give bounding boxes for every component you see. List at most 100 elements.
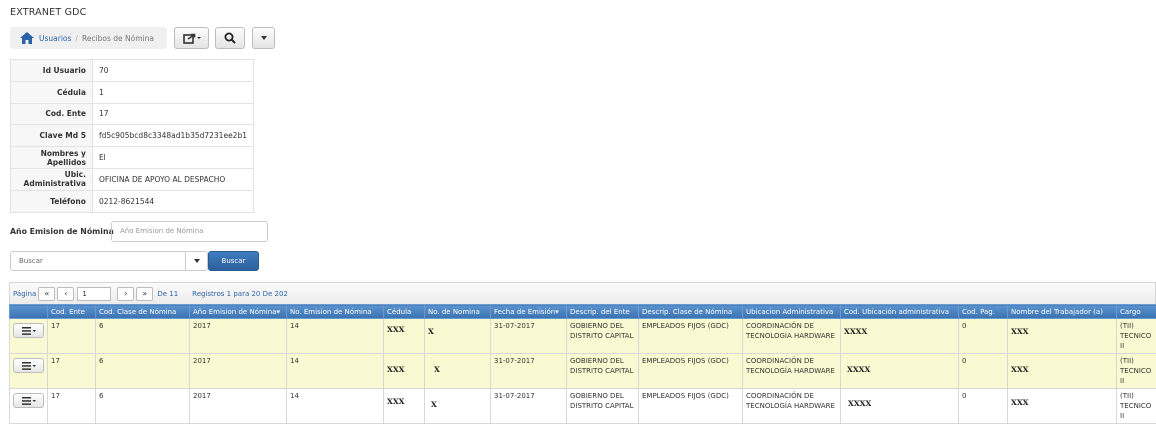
row-menu-button[interactable] <box>13 358 44 373</box>
cedula-value: XXX <box>387 397 405 406</box>
cell-cod-pag: 0 <box>958 388 1008 424</box>
cedula-value: XXX <box>387 325 405 334</box>
cell-fecha: 31-07-2017 <box>490 388 567 424</box>
buscar-button[interactable]: Buscar <box>208 251 259 271</box>
col-header-cod-clase[interactable]: Cod. Clase de Nómina <box>95 304 190 319</box>
col-header-actions <box>9 304 48 319</box>
cell-cod-pag: 0 <box>958 353 1008 389</box>
cell-cod-ente: 17 <box>47 353 96 389</box>
last-page-button[interactable]: » <box>136 286 154 301</box>
app-title: EXTRANET GDC <box>10 7 87 18</box>
cell-no-emision: 14 <box>286 388 384 424</box>
row-menu-button[interactable] <box>13 393 44 408</box>
cell-cargo: (TII) TECNICO II <box>1116 353 1156 389</box>
menu-icon <box>21 361 36 370</box>
row-menu-button[interactable] <box>13 323 44 338</box>
info-row-id-usuario: Id Usuario 70 <box>10 59 255 82</box>
cell-cedula: XXX <box>383 318 425 354</box>
col-header-cod-ubicacion[interactable]: Cod. Ubicación administrativa <box>840 304 959 319</box>
info-label: Nombres y Apellidos <box>10 146 93 169</box>
menu-icon <box>21 396 36 405</box>
info-label: Ubic. Administrativa <box>10 167 93 191</box>
home-icon[interactable] <box>20 32 34 44</box>
cell-fecha: 31-07-2017 <box>490 318 567 354</box>
first-page-button[interactable]: « <box>38 286 56 301</box>
search-icon <box>224 32 236 44</box>
col-header-anio[interactable]: Año Emision de Nómina▾ <box>189 304 287 319</box>
cell-ente: GOBIERNO DEL DISTRITO CAPITAL <box>566 318 639 354</box>
cell-clase: EMPLEADOS FIJOS (GDC) <box>638 353 743 389</box>
cell-nombre: XXX <box>1007 388 1117 424</box>
cell-no-nomina: X <box>424 388 491 424</box>
search-field-select[interactable]: Buscar <box>10 251 208 271</box>
anio-emision-label: Año Emision de Nómina <box>10 227 114 236</box>
col-header-ente[interactable]: Descrip. del Ente <box>566 304 639 319</box>
anio-emision-input[interactable]: Año Emision de Nómina <box>111 221 268 242</box>
cell-no-emision: 14 <box>286 353 384 389</box>
export-button[interactable] <box>174 27 209 49</box>
cell-nombre: XXX <box>1007 318 1117 354</box>
info-value: 17 <box>91 102 255 126</box>
breadcrumb-current: Recibos de Nómina <box>81 33 154 43</box>
cell-cargo: (TII) TECNICO II <box>1116 388 1156 424</box>
grid-pager: Página « ‹ 1 › » De 11 Registros 1 para … <box>9 282 1156 304</box>
col-header-clase[interactable]: Descrip. Clase de Nómina <box>638 304 743 319</box>
page-number-input[interactable]: 1 <box>77 286 112 301</box>
cell-no-nomina: X <box>424 353 491 389</box>
info-row-nombres: Nombres y Apellidos El <box>10 146 255 169</box>
cell-anio: 2017 <box>189 318 287 354</box>
prev-page-button[interactable]: ‹ <box>57 286 75 301</box>
col-header-nombre[interactable]: Nombre del Trabajador (a) <box>1007 304 1117 319</box>
info-value: fd5c905bcd8c3348ad1b35d7231ee2b1 <box>91 124 255 148</box>
cod-ubicacion-value: XXXX <box>844 327 868 336</box>
records-count: Registros 1 para 20 De 202 <box>192 289 288 298</box>
info-row-clave-md5: Clave Md 5 fd5c905bcd8c3348ad1b35d7231ee2… <box>10 124 255 148</box>
user-info-table: Id Usuario 70 Cédula 1 Cod. Ente 17 Clave M… <box>10 59 255 213</box>
cell-clase: EMPLEADOS FIJOS (GDC) <box>638 318 743 354</box>
cell-anio: 2017 <box>189 388 287 424</box>
more-options-button[interactable] <box>252 27 275 49</box>
cell-cedula: XXX <box>383 388 425 424</box>
cell-ubicacion: COORDINACIÓN DE TECNOLOGÍA HARDWARE <box>742 353 841 389</box>
grid-header-row: Cod. Ente Cod. Clase de Nómina Año Emisi… <box>9 304 1156 319</box>
no-nomina-value: X <box>428 327 434 336</box>
search-field-value: Buscar <box>19 257 43 265</box>
info-value: 0212-8621544 <box>91 189 255 213</box>
breadcrumb: Usuarios / Recibos de Nómina <box>10 27 167 49</box>
cell-ubicacion: COORDINACIÓN DE TECNOLOGÍA HARDWARE <box>742 388 841 424</box>
nombre-value: XXX <box>1011 365 1029 374</box>
info-value: El <box>91 146 255 169</box>
col-header-cod-ente[interactable]: Cod. Ente <box>47 304 96 319</box>
cell-ente: GOBIERNO DEL DISTRITO CAPITAL <box>566 353 639 389</box>
cell-cod-ente: 17 <box>47 318 96 354</box>
col-header-no-nomina[interactable]: No. de Nomina <box>424 304 491 319</box>
cell-cod-ubicacion: XXXX <box>840 318 959 354</box>
cell-cod-ubicacion: XXXX <box>840 353 959 389</box>
col-header-ubicacion[interactable]: Ubicacion Administrativa <box>742 304 841 319</box>
caret-down-icon <box>260 36 267 40</box>
col-header-cod-pag[interactable]: Cod. Pag. <box>958 304 1008 319</box>
table-row[interactable]: 17 6 2017 14 XXX X 31-07-2017 GOBIERNO D… <box>9 318 1156 354</box>
table-row[interactable]: 17 6 2017 14 XXX X 31-07-2017 GOBIERNO D… <box>9 353 1156 389</box>
info-value: 1 <box>91 80 255 104</box>
caret-down-icon[interactable] <box>185 252 207 270</box>
info-label: Clave Md 5 <box>10 124 93 148</box>
menu-icon <box>21 326 36 335</box>
info-value: OFICINA DE APOYO AL DESPACHO <box>91 167 255 191</box>
next-page-button[interactable]: › <box>117 286 135 301</box>
search-button[interactable] <box>215 27 245 49</box>
cell-no-emision: 14 <box>286 318 384 354</box>
col-header-no-emision[interactable]: No. Emision de Nómina <box>286 304 384 319</box>
breadcrumb-link-usuarios[interactable]: Usuarios <box>39 34 71 43</box>
pager-label: Página <box>13 289 37 298</box>
col-header-fecha[interactable]: Fecha de Emisión▾ <box>490 304 567 319</box>
cell-cedula: XXX <box>383 353 425 389</box>
cell-cod-clase: 6 <box>95 388 190 424</box>
col-header-cedula[interactable]: Cédula <box>383 304 425 319</box>
page-count: De 11 <box>157 289 179 298</box>
table-row[interactable]: 17 6 2017 14 XXX X 31-07-2017 GOBIERNO D… <box>9 388 1156 424</box>
info-label: Cédula <box>10 80 93 104</box>
info-label: Id Usuario <box>10 59 93 82</box>
col-header-cargo[interactable]: Cargo <box>1116 304 1156 319</box>
row-actions-cell <box>9 388 48 424</box>
